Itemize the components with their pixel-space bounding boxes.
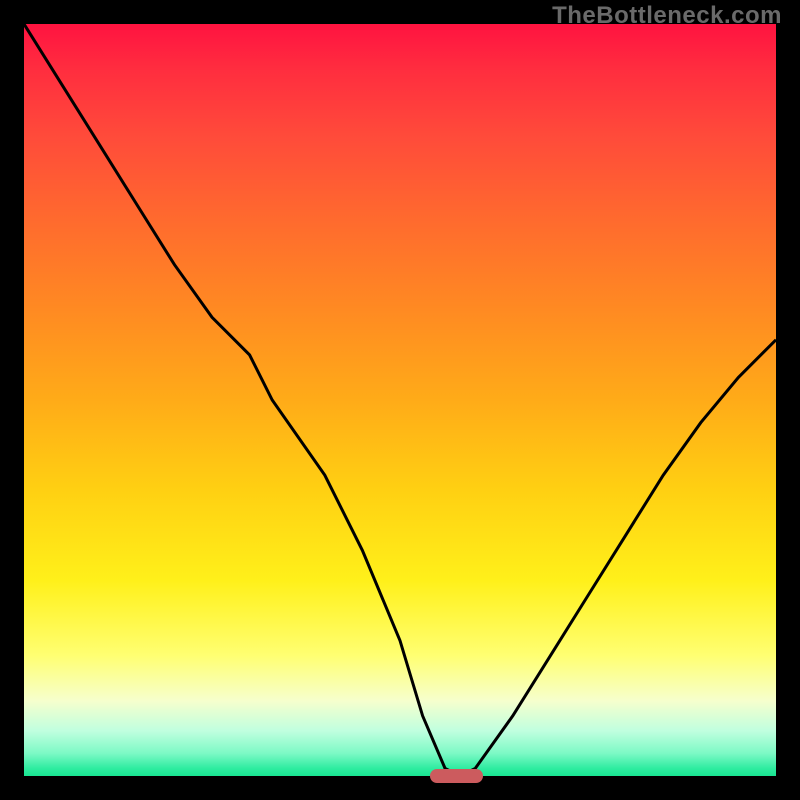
bottleneck-curve (24, 24, 776, 776)
curve-path (24, 24, 776, 776)
chart-frame: TheBottleneck.com (0, 0, 800, 800)
plot-area (24, 24, 776, 776)
optimal-marker (430, 769, 483, 783)
